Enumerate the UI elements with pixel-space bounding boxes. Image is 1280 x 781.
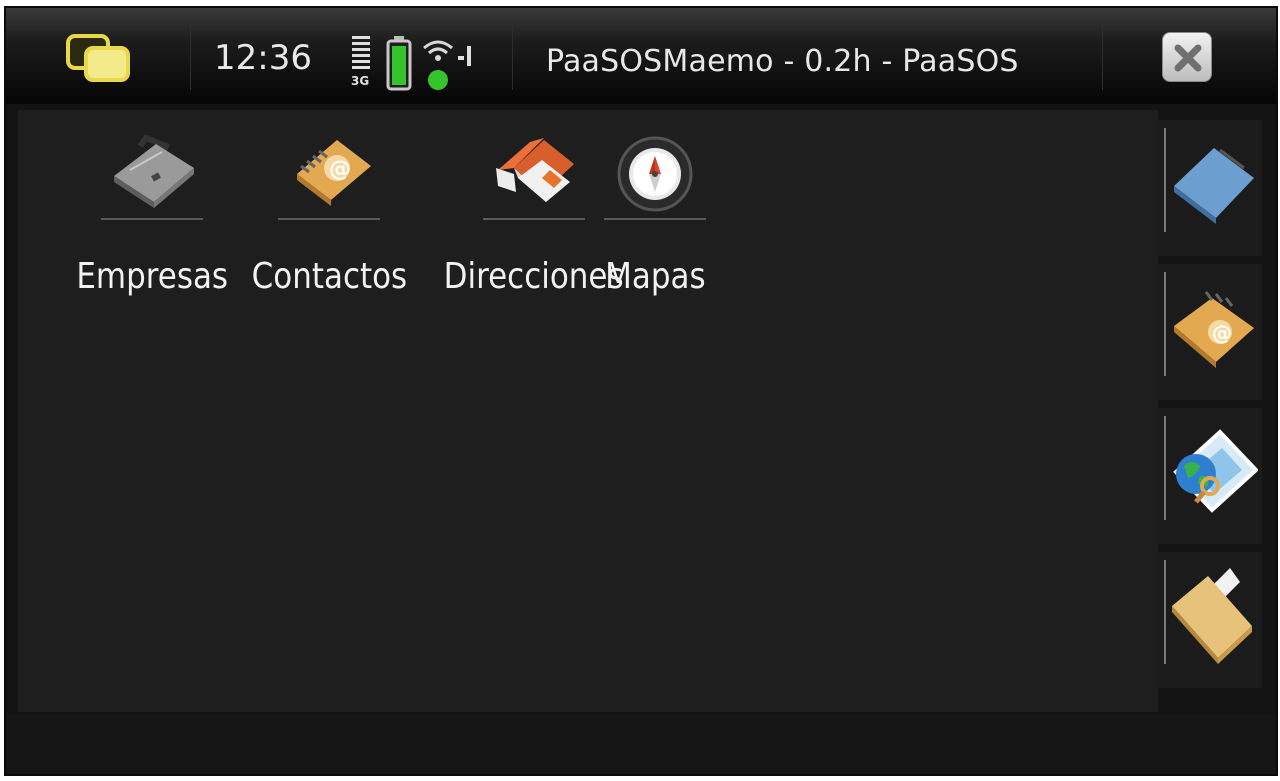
main-content: Empresas @ Contactos Direcciones Mapas [18, 110, 1158, 712]
toolbar-web-button[interactable] [1158, 408, 1262, 544]
app-label: Mapas [605, 256, 706, 297]
app-empresas[interactable]: Empresas [64, 110, 240, 297]
network-type-label: 3G [351, 74, 370, 88]
address-book-icon: @ [277, 110, 381, 222]
home-icon [482, 110, 586, 222]
signal-icon: 3G [350, 34, 374, 92]
svg-text:@: @ [1212, 321, 1232, 345]
notebook-icon [1174, 148, 1254, 224]
svg-text:@: @ [329, 157, 351, 182]
app-contactos[interactable]: @ Contactos [239, 110, 420, 297]
toolbar-folder-button[interactable] [1158, 552, 1262, 688]
toolbar-notebook-button[interactable] [1158, 120, 1262, 256]
briefcase-icon [100, 110, 204, 222]
status-separator [1102, 20, 1103, 90]
wifi-icon [423, 40, 471, 90]
task-switcher-icon[interactable] [64, 32, 136, 86]
compass-icon [603, 110, 707, 222]
app-label: Empresas [76, 256, 229, 297]
bottom-bar [6, 714, 1276, 774]
app-label: Contactos [251, 256, 408, 297]
close-icon [1174, 44, 1202, 72]
device-screen: 12:36 3G PaaSOSMaemo - 0.2h - PaaSOS Emp… [4, 6, 1278, 776]
status-separator [190, 20, 191, 90]
folder-icon [1172, 568, 1252, 664]
battery-icon [386, 36, 412, 91]
address-book-icon: @ [1174, 291, 1254, 368]
app-mapas[interactable]: Mapas [597, 110, 714, 297]
web-map-icon [1173, 429, 1258, 513]
window-title: PaaSOSMaemo - 0.2h - PaaSOS [546, 44, 1019, 79]
toolbar-contacts-button[interactable]: @ [1158, 264, 1262, 400]
status-separator [512, 20, 513, 90]
clock: 12:36 [214, 38, 312, 78]
side-toolbar: @ [1158, 112, 1274, 702]
status-bar: 12:36 3G PaaSOSMaemo - 0.2h - PaaSOS [6, 8, 1276, 104]
close-button[interactable] [1162, 32, 1212, 82]
